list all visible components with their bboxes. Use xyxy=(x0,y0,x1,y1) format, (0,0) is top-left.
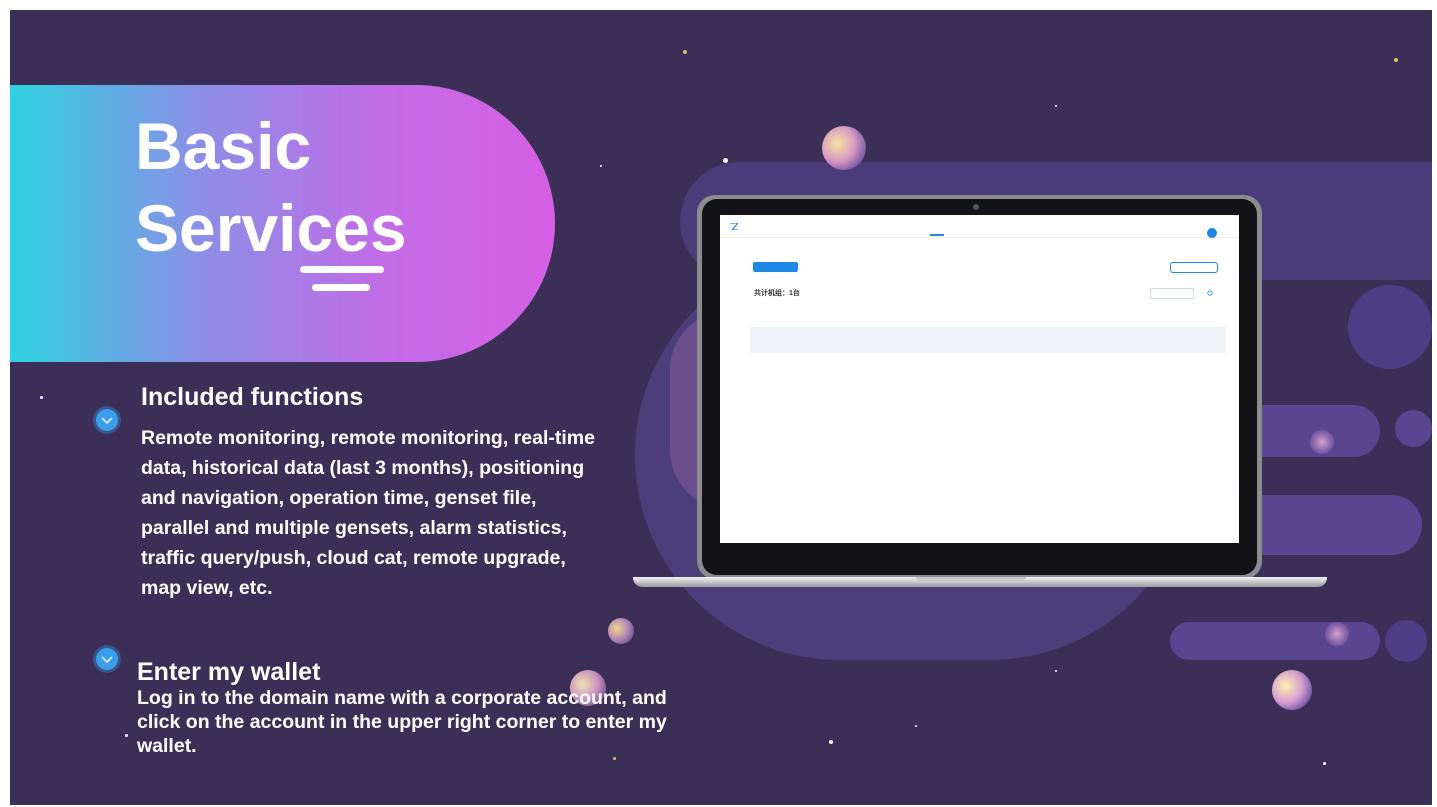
star xyxy=(829,740,833,744)
title-line-2: Services xyxy=(135,191,407,265)
glow-orb xyxy=(1310,430,1334,454)
title-banner: Basic Services xyxy=(10,85,555,362)
bg-circle xyxy=(1348,285,1432,369)
nav-active-indicator xyxy=(930,234,944,236)
genset-count: 共计机组：1台 xyxy=(754,290,800,297)
star xyxy=(1055,670,1057,672)
check-circle-icon xyxy=(96,648,118,670)
title-underline xyxy=(312,284,370,291)
star xyxy=(125,734,128,737)
star xyxy=(683,50,687,54)
slide-title: Basic Services xyxy=(135,105,407,269)
title-line-1: Basic xyxy=(135,109,312,183)
star xyxy=(1394,58,1398,62)
app-header xyxy=(720,215,1239,238)
add-genset-button[interactable] xyxy=(753,262,798,272)
glow-orb xyxy=(1325,622,1349,646)
camera-icon xyxy=(973,204,979,210)
glow-orb xyxy=(1272,670,1312,710)
section-body-functions: Remote monitoring, remote monitoring, re… xyxy=(141,427,595,599)
section-body-wallet: Log in to the domain name with a corpora… xyxy=(137,687,667,757)
star xyxy=(1323,762,1326,765)
refresh-icon[interactable] xyxy=(1207,290,1213,296)
app-logo-icon xyxy=(730,223,738,230)
filter-button[interactable] xyxy=(1150,288,1194,299)
check-circle-icon xyxy=(96,409,118,431)
outline-button[interactable] xyxy=(1170,262,1218,273)
glow-orb xyxy=(608,618,634,644)
glow-orb xyxy=(822,126,866,170)
star xyxy=(915,725,917,727)
title-underline xyxy=(300,266,384,273)
section-heading-functions: Included functions xyxy=(141,383,364,411)
bg-shape xyxy=(1170,622,1380,660)
star xyxy=(1055,105,1057,107)
bg-circle xyxy=(1385,620,1427,662)
bg-circle xyxy=(1395,410,1432,447)
star xyxy=(40,396,43,399)
laptop-notch xyxy=(916,577,1026,581)
section-heading-wallet: Enter my wallet xyxy=(137,658,321,686)
table-row[interactable] xyxy=(750,327,1226,353)
user-avatar-icon[interactable] xyxy=(1207,228,1217,238)
laptop-screen: 共计机组：1台 xyxy=(720,215,1239,543)
star xyxy=(723,158,728,163)
star xyxy=(600,165,602,167)
table-header xyxy=(750,311,1226,323)
